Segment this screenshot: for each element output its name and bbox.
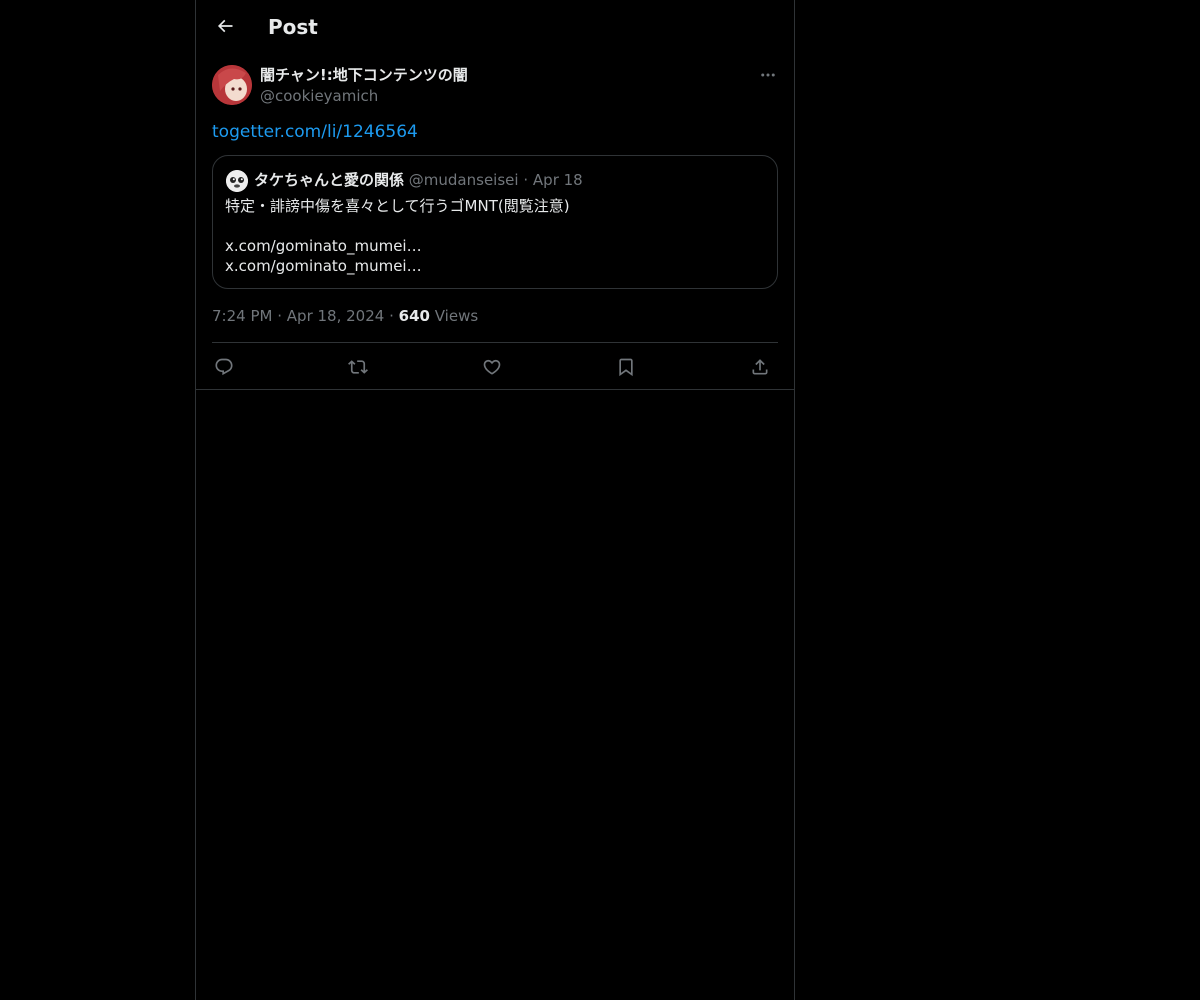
- views-label: Views: [434, 307, 479, 325]
- quote-url: x.com/gominato_mumei…: [225, 237, 422, 255]
- share-icon: [750, 357, 770, 377]
- share-button[interactable]: [748, 355, 772, 379]
- quoted-post[interactable]: タケちゃんと愛の関係 @mudanseisei · Apr 18 特定・誹謗中傷…: [212, 155, 778, 289]
- meta-separator: ·: [389, 307, 394, 325]
- reply-button[interactable]: [212, 355, 236, 379]
- back-button[interactable]: [208, 9, 242, 43]
- reply-icon: [214, 357, 234, 377]
- views-count: 640: [398, 307, 430, 325]
- post-actions: [212, 343, 778, 389]
- quote-handle: @mudanseisei: [408, 171, 519, 189]
- quote-separator: ·: [523, 171, 529, 189]
- quote-meta: タケちゃんと愛の関係 @mudanseisei · Apr 18: [254, 170, 583, 190]
- meta-separator: ·: [277, 307, 283, 325]
- quote-url: x.com/gominato_mumei…: [225, 257, 422, 275]
- post-author: 闇チャン!:地下コンテンツの闇 @cookieyamich: [212, 65, 778, 107]
- repost-button[interactable]: [346, 355, 370, 379]
- repost-icon: [348, 357, 368, 377]
- bookmark-button[interactable]: [614, 355, 638, 379]
- post-time[interactable]: 7:24 PM: [212, 307, 272, 325]
- heart-icon: [482, 357, 502, 377]
- more-dots-icon: [759, 66, 777, 84]
- more-options-button[interactable]: [758, 65, 778, 85]
- post-meta: 7:24 PM · Apr 18, 2024 · 640 Views: [212, 306, 478, 326]
- quote-display-name: タケちゃんと愛の関係: [254, 171, 405, 189]
- arrow-left-icon: [215, 16, 235, 36]
- post-date[interactable]: Apr 18, 2024: [287, 307, 385, 325]
- bookmark-icon: [616, 357, 636, 377]
- divider: [196, 389, 794, 390]
- quote-avatar: [226, 170, 248, 192]
- author-display-name[interactable]: 闇チャン!:地下コンテンツの闇: [260, 65, 468, 85]
- post-header: Post: [196, 0, 794, 53]
- quote-date: Apr 18: [532, 171, 583, 189]
- post-link[interactable]: togetter.com/li/1246564: [212, 120, 418, 144]
- avatar[interactable]: [212, 65, 252, 105]
- post-column: Post 闇チャン!:地下コンテンツの闇 @cookieyamich toget…: [195, 0, 795, 1000]
- quote-text: 特定・誹謗中傷を喜々として行うゴMNT(閲覧注意): [225, 197, 570, 215]
- page-title: Post: [268, 15, 318, 39]
- author-handle[interactable]: @cookieyamich: [260, 86, 378, 106]
- like-button[interactable]: [480, 355, 504, 379]
